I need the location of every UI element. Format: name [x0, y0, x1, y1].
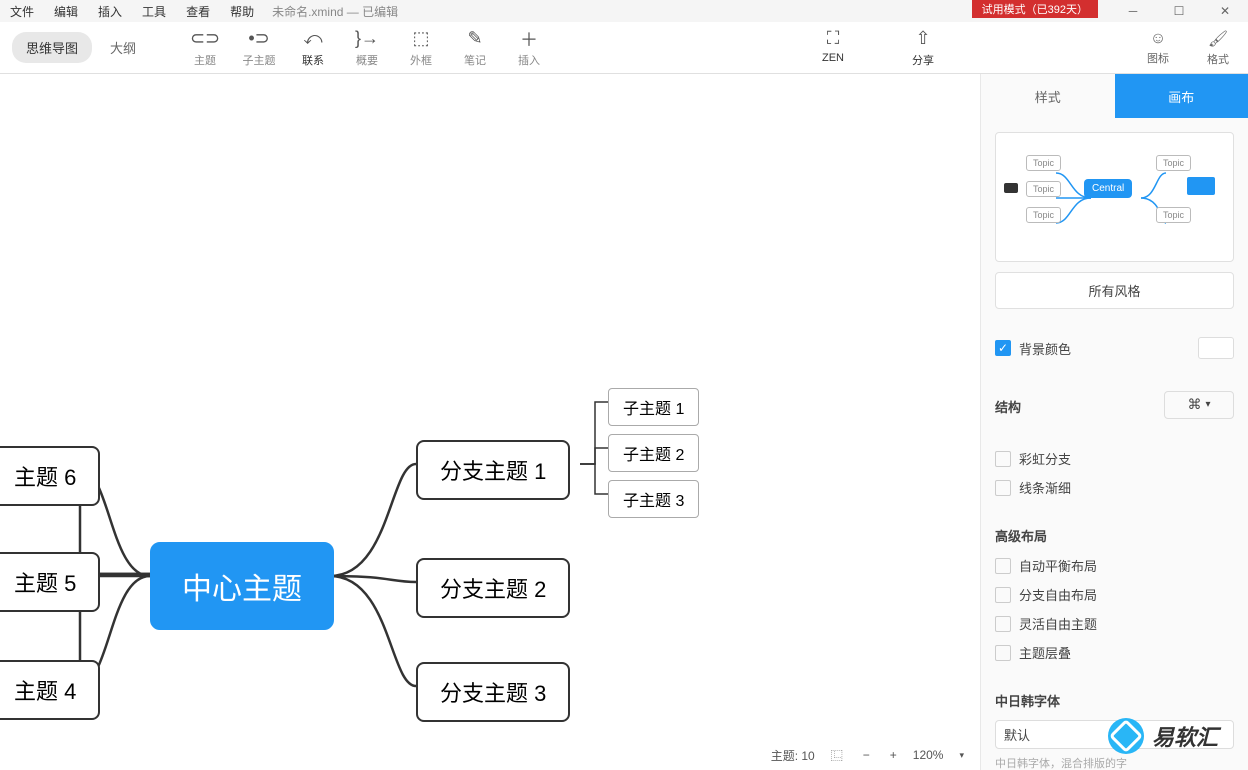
map-overview-icon[interactable]: ⿺ — [827, 745, 847, 766]
node-branch-2[interactable]: 分支主题 2 — [416, 558, 570, 618]
tool-zen[interactable]: ⛶ZEN — [808, 24, 858, 72]
overlap-checkbox[interactable] — [995, 645, 1011, 661]
topic-icon: ⊂⊃ — [190, 28, 220, 50]
tab-icons[interactable]: ☺图标 — [1128, 22, 1188, 73]
node-left-4[interactable]: 主题 4 — [0, 660, 100, 720]
zoom-out-button[interactable]: − — [859, 746, 874, 764]
node-left-5[interactable]: 主题 5 — [0, 552, 100, 612]
structure-label: 结构 — [995, 387, 1021, 422]
auto-balance-checkbox[interactable] — [995, 558, 1011, 574]
node-central[interactable]: 中心主题 — [150, 542, 334, 630]
watermark-icon — [1108, 718, 1144, 754]
adv-layout-title: 高级布局 — [995, 516, 1234, 551]
tool-insert[interactable]: ＋插入 — [504, 24, 554, 72]
font-hint: 中日韩字体，混合排版的字 — [995, 755, 1234, 770]
zen-icon: ⛶ — [827, 28, 840, 50]
chevron-down-icon: ▾ — [1205, 399, 1210, 410]
smiley-icon: ☺ — [1150, 30, 1166, 48]
close-button[interactable]: ✕ — [1202, 0, 1248, 22]
rainbow-checkbox[interactable] — [995, 451, 1011, 467]
boundary-icon: ⬚ — [413, 28, 430, 50]
zoom-dropdown-icon[interactable]: ▾ — [955, 748, 968, 763]
menu-tools[interactable]: 工具 — [132, 3, 176, 20]
document-title: 未命名.xmind — 已编辑 — [272, 3, 398, 20]
zoom-level: 120% — [913, 748, 944, 762]
share-icon: ⇧ — [915, 28, 930, 50]
statusbar: 主题: 10 ⿺ − + 120% ▾ — [759, 740, 980, 770]
topic-count: 主题: 10 — [771, 747, 815, 764]
node-sub-1[interactable]: 子主题 1 — [608, 388, 699, 426]
panel-tab-canvas[interactable]: 画布 — [1115, 74, 1248, 118]
window-controls: ─ ☐ ✕ — [1110, 0, 1248, 22]
tool-subtopic[interactable]: •⊃子主题 — [234, 24, 284, 72]
tab-format[interactable]: 🖌格式 — [1188, 22, 1248, 73]
menu-file[interactable]: 文件 — [0, 3, 44, 20]
tool-share[interactable]: ⇧分享 — [898, 24, 948, 72]
tab-mindmap[interactable]: 思维导图 — [12, 32, 92, 63]
tool-relation[interactable]: ⤺联系 — [288, 24, 338, 72]
flex-free-checkbox[interactable] — [995, 616, 1011, 632]
all-styles-button[interactable]: 所有风格 — [995, 272, 1234, 309]
titlebar: 文件 编辑 插入 工具 查看 帮助 未命名.xmind — 已编辑 试用模式（已… — [0, 0, 1248, 22]
bg-color-label: 背景颜色 — [1019, 339, 1071, 358]
tool-note[interactable]: ✎笔记 — [450, 24, 500, 72]
branch-free-checkbox[interactable] — [995, 587, 1011, 603]
mindmap-canvas[interactable]: 中心主题 分支主题 1 分支主题 2 分支主题 3 主题 6 主题 5 主题 4… — [0, 74, 980, 740]
bg-color-swatch[interactable] — [1198, 337, 1234, 359]
zoom-in-button[interactable]: + — [886, 746, 901, 764]
menu-help[interactable]: 帮助 — [220, 3, 264, 20]
menu-insert[interactable]: 插入 — [88, 3, 132, 20]
node-sub-2[interactable]: 子主题 2 — [608, 434, 699, 472]
maximize-button[interactable]: ☐ — [1156, 0, 1202, 22]
node-branch-3[interactable]: 分支主题 3 — [416, 662, 570, 722]
brush-icon: 🖌 — [1208, 29, 1228, 49]
insert-icon: ＋ — [520, 28, 538, 50]
tool-topic[interactable]: ⊂⊃主题 — [180, 24, 230, 72]
relation-icon: ⤺ — [303, 28, 322, 50]
cjk-font-title: 中日韩字体 — [995, 681, 1234, 716]
menu-edit[interactable]: 编辑 — [44, 3, 88, 20]
note-icon: ✎ — [467, 28, 482, 50]
node-left-6[interactable]: 主题 6 — [0, 446, 100, 506]
format-panel: 样式 画布 Topic Topic Topic Central Topic To… — [980, 74, 1248, 770]
menu-view[interactable]: 查看 — [176, 3, 220, 20]
summary-icon: }→ — [355, 28, 379, 50]
tool-boundary[interactable]: ⬚外框 — [396, 24, 446, 72]
structure-icon: ⌘ — [1187, 396, 1201, 413]
structure-select[interactable]: ⌘ ▾ — [1164, 391, 1234, 419]
minimize-button[interactable]: ─ — [1110, 0, 1156, 22]
tool-summary[interactable]: }→概要 — [342, 24, 392, 72]
panel-tab-style[interactable]: 样式 — [981, 74, 1115, 118]
subtopic-icon: •⊃ — [248, 28, 269, 50]
trial-badge[interactable]: 试用模式（已392天） — [972, 0, 1098, 18]
node-sub-3[interactable]: 子主题 3 — [608, 480, 699, 518]
connectors — [0, 74, 980, 740]
tab-outline[interactable]: 大纲 — [96, 32, 150, 63]
tapered-checkbox[interactable] — [995, 480, 1011, 496]
watermark: 易软汇 — [1108, 718, 1218, 754]
bg-color-checkbox[interactable]: ✓ — [995, 340, 1011, 356]
toolbar: 思维导图 大纲 ⊂⊃主题 •⊃子主题 ⤺联系 }→概要 ⬚外框 ✎笔记 ＋插入 … — [0, 22, 1248, 74]
right-tabs: ☺图标 🖌格式 — [1128, 22, 1248, 74]
theme-preview[interactable]: Topic Topic Topic Central Topic Topic — [995, 132, 1234, 262]
node-branch-1[interactable]: 分支主题 1 — [416, 440, 570, 500]
